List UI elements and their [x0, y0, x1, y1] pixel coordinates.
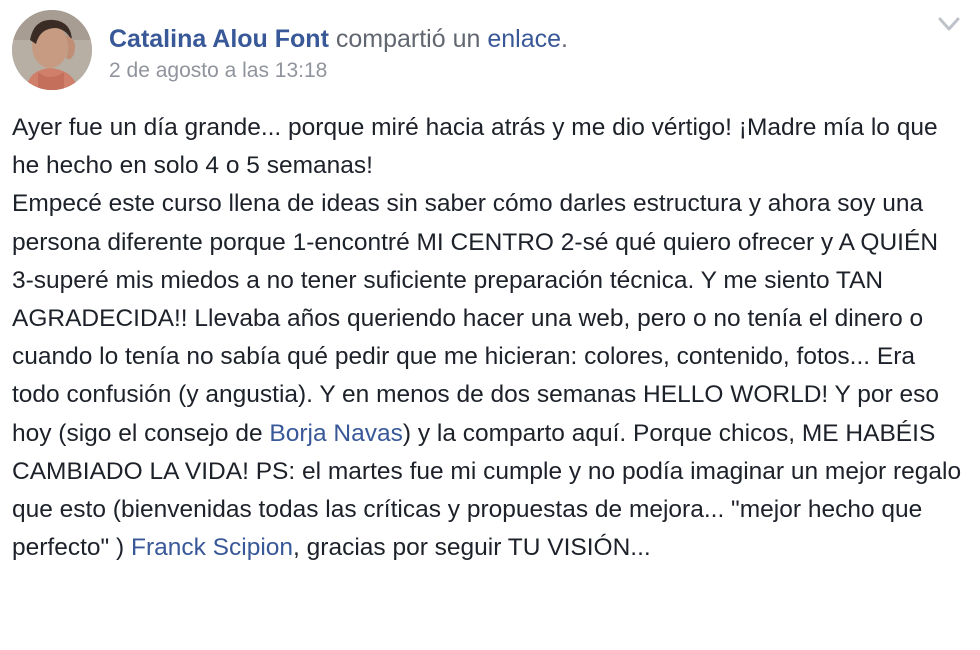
author-name[interactable]: Catalina Alou Font [109, 25, 329, 53]
author-line: Catalina Alou Font compartió un enlace. [109, 24, 568, 54]
post-body: Ayer fue un día grande... porque miré ha… [12, 109, 962, 567]
avatar-photo-icon [12, 10, 92, 90]
mention-borja-navas[interactable]: Borja Navas [269, 420, 402, 447]
post-text-part4: , gracias por seguir TU VISIÓN... [293, 534, 651, 562]
mention-franck-scipion[interactable]: Franck Scipion [131, 534, 293, 561]
post-header: Catalina Alou Font compartió un enlace. … [12, 10, 968, 90]
facebook-post: Catalina Alou Font compartió un enlace. … [0, 0, 980, 650]
post-text-part1: Ayer fue un día grande... porque miré ha… [12, 114, 938, 180]
post-timestamp[interactable]: 2 de agosto a las 13:18 [109, 58, 327, 84]
post-text-part2: Empecé este curso llena de ideas sin sab… [12, 190, 939, 447]
shared-link[interactable]: enlace [487, 25, 561, 53]
chevron-down-icon[interactable] [936, 14, 962, 34]
shared-action-text: compartió un [335, 25, 481, 53]
author-avatar[interactable] [12, 10, 92, 90]
action-end: . [561, 25, 568, 53]
